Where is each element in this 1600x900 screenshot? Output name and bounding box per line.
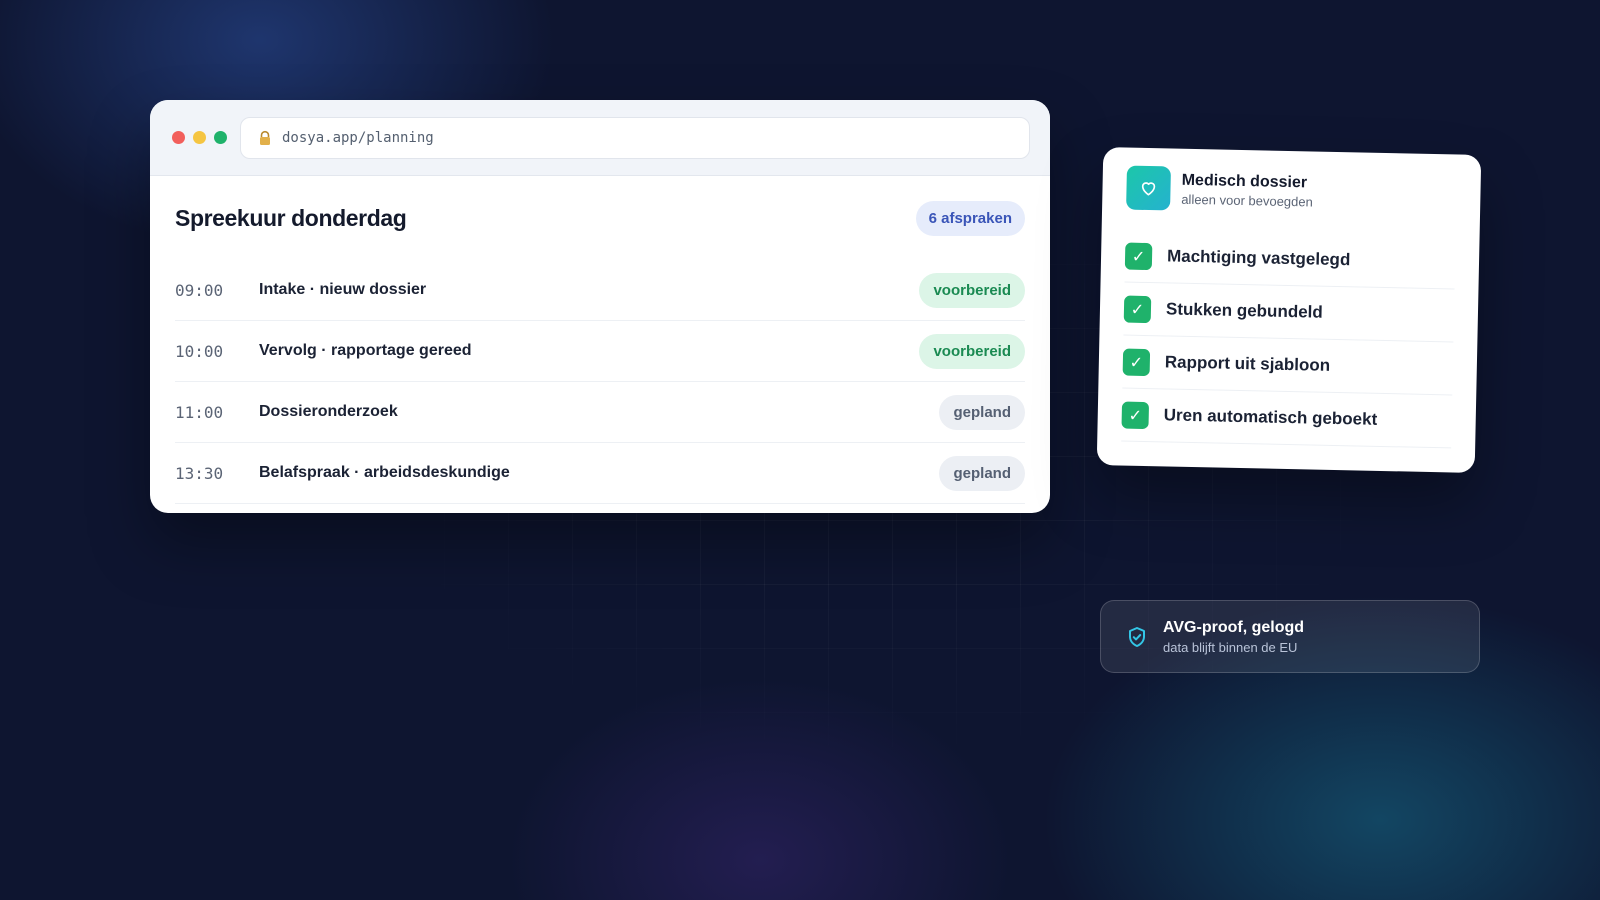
maximize-window-dot[interactable] xyxy=(214,131,227,144)
checkmark-icon: ✓ xyxy=(1124,242,1153,270)
appointment-title: Dossieronderzoek xyxy=(259,403,398,420)
appointment-time: 13:30 xyxy=(175,463,224,483)
avg-compliance-banner: AVG-proof, gelogd data blijft binnen de … xyxy=(1100,600,1480,673)
checkmark-icon: ✓ xyxy=(1121,401,1150,429)
appointment-count-badge: 6 afspraken xyxy=(915,200,1025,236)
checklist-item: ✓ Rapport uit sjabloon xyxy=(1122,335,1454,396)
checkmark-icon: ✓ xyxy=(1123,295,1152,323)
avg-subtitle: data blijft binnen de EU xyxy=(1163,639,1298,655)
appointment-title: Intake · nieuw dossier xyxy=(259,281,427,298)
appointment-time: 09:00 xyxy=(175,280,224,300)
appointment-row[interactable]: 10:00 Vervolg · rapportage gereed voorbe… xyxy=(175,321,1025,382)
checklist-item: ✓ Machtiging vastgelegd xyxy=(1124,229,1456,290)
minimize-window-dot[interactable] xyxy=(193,131,206,144)
heart-icon xyxy=(1126,165,1171,211)
dossier-subtitle: alleen voor bevoegden xyxy=(1181,191,1313,209)
status-badge: voorbereid xyxy=(919,272,1025,308)
appointment-row[interactable]: 11:00 Dossieronderzoek gepland xyxy=(175,382,1025,443)
appointment-row[interactable]: 09:00 Intake · nieuw dossier voorbereid xyxy=(175,260,1025,321)
appointment-title: Belafspraak · arbeidsdeskundige xyxy=(259,464,510,481)
planning-header: Spreekuur donderdag 6 afspraken xyxy=(175,176,1025,260)
checkmark-icon: ✓ xyxy=(1122,348,1151,376)
checklist-label: Uren automatisch geboekt xyxy=(1163,405,1378,429)
browser-toolbar: dosya.app/planning xyxy=(150,100,1050,176)
appointment-title: Vervolg · rapportage gereed xyxy=(259,342,472,359)
checklist-label: Stukken gebundeld xyxy=(1165,299,1323,322)
dossier-header: Medisch dossier alleen voor bevoegden xyxy=(1126,165,1313,214)
checklist-label: Rapport uit sjabloon xyxy=(1164,352,1331,375)
page-title: Spreekuur donderdag xyxy=(175,204,407,231)
status-badge: gepland xyxy=(939,394,1025,430)
checklist-label: Machtiging vastgelegd xyxy=(1166,246,1351,270)
url-text: dosya.app/planning xyxy=(282,130,434,146)
status-badge: gepland xyxy=(939,455,1025,491)
avg-title: AVG-proof, gelogd xyxy=(1163,618,1305,636)
status-badge: voorbereid xyxy=(919,333,1025,369)
checklist-item: ✓ Stukken gebundeld xyxy=(1123,282,1455,343)
address-bar[interactable]: dosya.app/planning xyxy=(240,117,1030,159)
close-window-dot[interactable] xyxy=(172,131,185,144)
browser-window: dosya.app/planning Spreekuur donderdag 6… xyxy=(150,100,1050,513)
lock-icon xyxy=(257,130,273,146)
appointment-time: 10:00 xyxy=(175,341,224,361)
medical-dossier-card: Medisch dossier alleen voor bevoegden ✓ … xyxy=(1096,147,1482,473)
appointment-row[interactable]: 13:30 Belafspraak · arbeidsdeskundige ge… xyxy=(175,443,1025,504)
shield-check-icon xyxy=(1125,625,1149,649)
planning-panel: Spreekuur donderdag 6 afspraken 09:00 In… xyxy=(150,176,1050,504)
checklist-item: ✓ Uren automatisch geboekt xyxy=(1121,388,1453,449)
checklist: ✓ Machtiging vastgelegd ✓ Stukken gebund… xyxy=(1121,229,1456,449)
appointment-time: 11:00 xyxy=(175,402,224,422)
dossier-title: Medisch dossier xyxy=(1181,171,1308,191)
